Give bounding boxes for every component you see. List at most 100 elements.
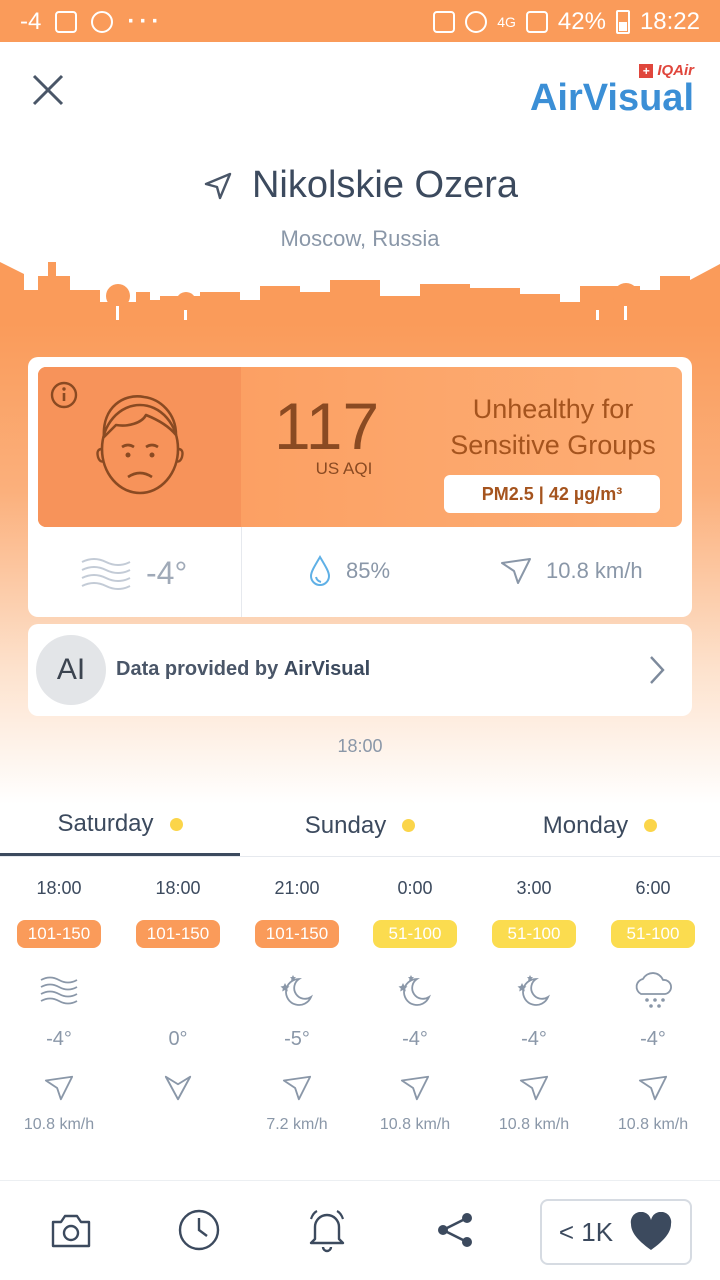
forecast-temperature: -4° — [521, 1028, 547, 1050]
tab-saturday[interactable]: Saturday — [0, 795, 240, 856]
tab-sunday[interactable]: Sunday — [240, 795, 480, 856]
weather-icon-empty — [119, 970, 237, 1010]
gallery-icon — [55, 11, 78, 33]
aqi-range-badge: 51-100 — [492, 920, 576, 948]
brand-logo: + IQAir AirVisual — [530, 62, 694, 117]
alerts-button[interactable] — [302, 1205, 352, 1255]
status-bar: -4 ··· 4G 42% 18:22 — [0, 0, 720, 42]
forecast-temperature: -4° — [402, 1028, 428, 1050]
current-weather: -4° 85% 10.8 km/h — [28, 527, 692, 617]
aqi-range-badge: 101-150 — [136, 920, 220, 948]
battery-percent: 42% — [557, 8, 606, 35]
forecast-time: 18:00 — [36, 878, 82, 898]
wind-direction-icon — [119, 1070, 237, 1106]
temperature-item: -4° — [80, 555, 187, 592]
mute-icon — [433, 11, 456, 33]
heart-notification-icon — [465, 11, 488, 33]
haze-icon — [81, 557, 131, 590]
humidity-item: 85% — [308, 555, 390, 587]
favorite-count: < 1K — [558, 1216, 614, 1247]
aqi-range-badge: 101-150 — [17, 920, 101, 948]
history-button[interactable] — [174, 1205, 224, 1255]
data-provider-row[interactable]: AI Data provided by AirVisual — [28, 624, 692, 716]
forecast-column[interactable]: 21:00 101-150 -5° 7.2 km/h — [238, 868, 356, 1136]
close-button[interactable] — [26, 68, 70, 112]
network-type: 4G — [497, 14, 516, 30]
night-clear-icon — [475, 970, 593, 1010]
wind-value: 10.8 km/h — [546, 558, 643, 583]
main-pollutant-badge: PM2.5 | 42 µg/m³ — [444, 475, 660, 513]
share-button[interactable] — [430, 1205, 480, 1255]
forecast-time: 18:00 — [155, 878, 201, 898]
haze-icon — [0, 970, 118, 1010]
humidity-drop-icon — [309, 555, 331, 586]
humidity-value: 85% — [346, 558, 391, 583]
forecast-column[interactable]: 18:00 101-150 0° — [119, 868, 237, 1136]
forecast-wind-speed: 7.2 km/h — [266, 1116, 328, 1133]
forecast-wind-speed: 10.8 km/h — [498, 1116, 570, 1133]
forecast-wind-speed — [119, 1116, 237, 1136]
region-name: Moscow, Russia — [280, 226, 440, 251]
heart-icon — [630, 1212, 672, 1250]
forecast-temperature: -4° — [640, 1028, 666, 1050]
night-clear-icon — [238, 970, 356, 1010]
wind-direction-icon — [238, 1070, 356, 1106]
provider-text: Data provided by AirVisual — [116, 658, 370, 681]
forecast-wind-speed: 10.8 km/h — [23, 1116, 95, 1133]
camera-button[interactable] — [46, 1205, 96, 1255]
aqi-card: 117 US AQI Unhealthy for Sensitive Group… — [28, 357, 692, 617]
aqi-unit: US AQI — [315, 459, 373, 478]
tab-monday[interactable]: Monday — [480, 795, 720, 856]
aqi-status: Unhealthy for Sensitive Groups — [450, 394, 656, 460]
update-time: 18:00 — [337, 736, 383, 756]
location-arrow-icon — [204, 172, 232, 199]
wind-item: 10.8 km/h — [500, 555, 643, 587]
forecast-wind-speed: 10.8 km/h — [617, 1116, 689, 1133]
aqi-panel: 117 US AQI Unhealthy for Sensitive Group… — [38, 367, 682, 527]
forecast-time: 21:00 — [274, 878, 320, 898]
forecast-column[interactable]: 6:00 51-100 -4° 10.8 km/h — [594, 868, 712, 1136]
day-tabs: Saturday Sunday Monday — [0, 795, 720, 857]
hourly-forecast: 18:00 101-150 -4° 10.8 km/h 18:00 101-15… — [0, 868, 720, 1158]
camera-icon — [51, 1214, 91, 1248]
forecast-time: 6:00 — [635, 878, 671, 898]
forecast-temperature: -4° — [46, 1028, 72, 1050]
provider-name: AirVisual — [283, 658, 371, 680]
forecast-temperature: 0° — [168, 1028, 188, 1050]
tab-label: Sunday — [304, 811, 387, 839]
provider-avatar: AI — [36, 635, 106, 705]
info-icon[interactable] — [50, 381, 78, 409]
clock-icon — [178, 1209, 220, 1251]
chevron-right-icon — [650, 656, 665, 684]
close-icon — [32, 74, 64, 106]
unhappy-face-icon — [96, 395, 184, 495]
battery-icon — [615, 10, 630, 34]
aqi-dot — [644, 819, 658, 832]
tab-label: Saturday — [57, 810, 154, 837]
bottom-toolbar: < 1K — [0, 1180, 720, 1280]
more-notifications-icon: ··· — [127, 8, 164, 35]
forecast-time: 0:00 — [397, 878, 433, 898]
forecast-temperature: -5° — [284, 1028, 310, 1050]
wind-direction-icon — [501, 558, 531, 584]
city-name: Nikolskie Ozera — [251, 164, 519, 206]
bell-icon — [309, 1210, 345, 1253]
snow-cloud-icon — [594, 970, 712, 1010]
provider-prefix: Data provided by — [116, 658, 284, 680]
forecast-column[interactable]: 18:00 101-150 -4° 10.8 km/h — [0, 868, 118, 1136]
weather-divider — [241, 527, 242, 617]
aqi-range-badge: 51-100 — [611, 920, 695, 948]
wind-direction-icon — [594, 1070, 712, 1106]
forecast-column[interactable]: 0:00 51-100 -4° 10.8 km/h — [356, 868, 474, 1136]
aqi-dot — [402, 819, 416, 832]
clock: 18:22 — [639, 8, 700, 35]
cleaner-icon — [91, 11, 114, 33]
favorite-button[interactable]: < 1K — [540, 1199, 692, 1265]
swiss-cross-icon: + — [639, 63, 654, 78]
forecast-column[interactable]: 3:00 51-100 -4° 10.8 km/h — [475, 868, 593, 1136]
brand-main-label: AirVisual — [529, 77, 694, 119]
forecast-time: 3:00 — [516, 878, 552, 898]
status-temperature: -4 — [20, 8, 42, 35]
location-title: Nikolskie Ozera — [0, 164, 720, 207]
signal-icon — [525, 11, 548, 33]
